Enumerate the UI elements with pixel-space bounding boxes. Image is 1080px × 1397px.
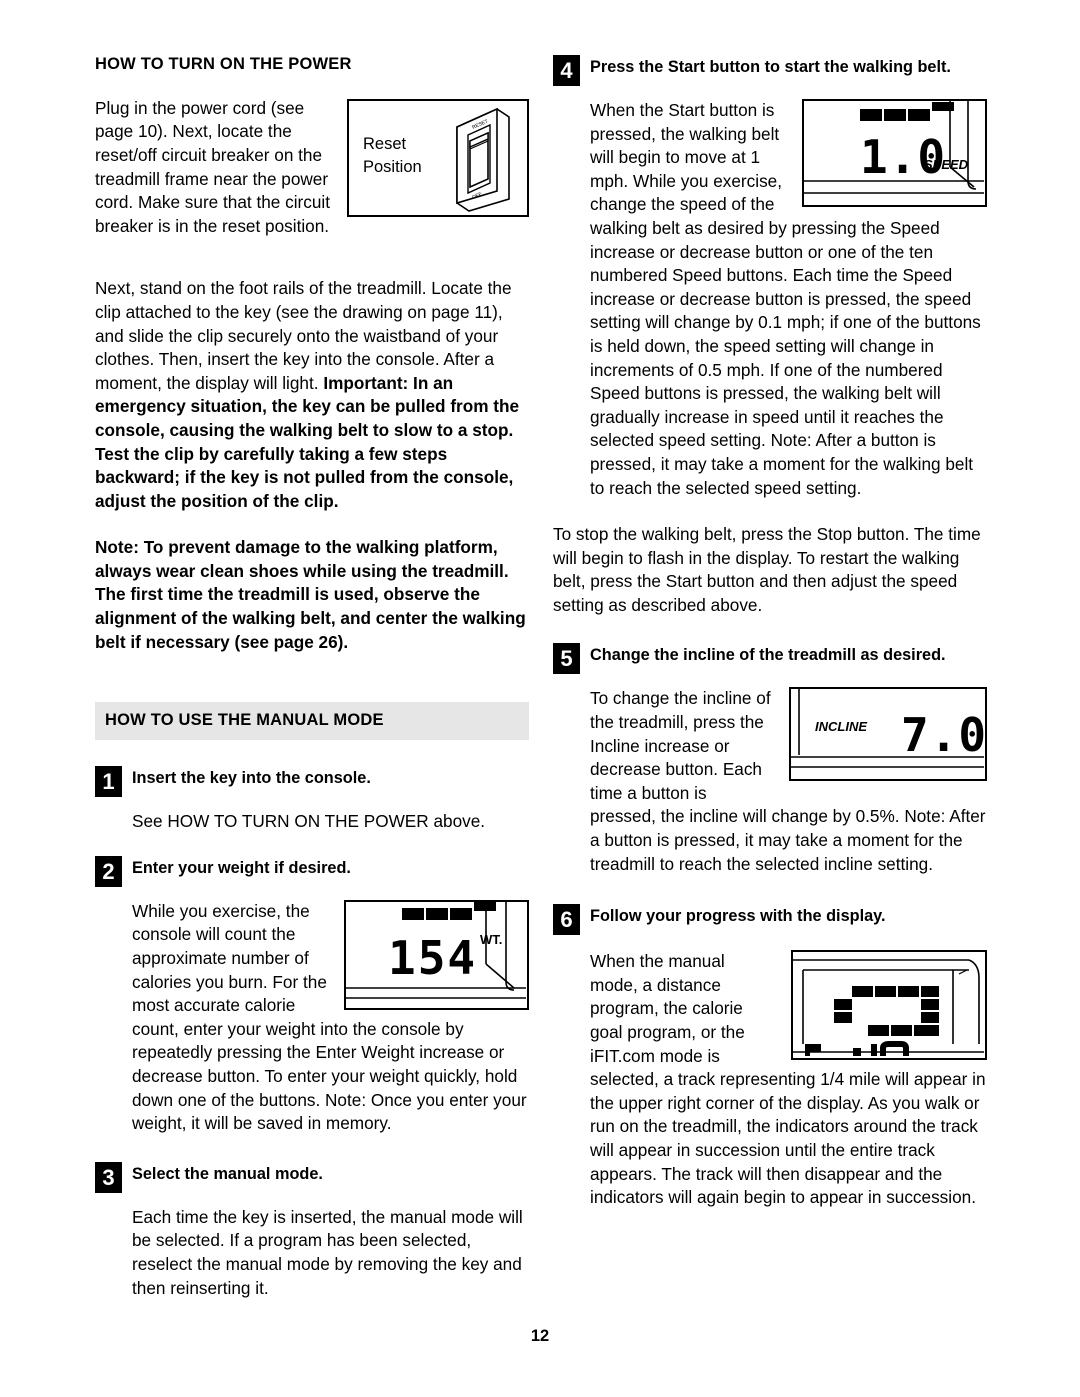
power-paragraph-2: Next, stand on the foot rails of the tre…	[95, 277, 529, 513]
step-2: 2 Enter your weight if desired.	[95, 855, 529, 887]
step-2-title: Enter your weight if desired.	[132, 858, 351, 877]
weight-unit-text: WT.	[480, 932, 502, 947]
switch-figure-label: Reset Position	[363, 133, 422, 179]
step-6-title: Follow your progress with the display.	[590, 907, 886, 926]
step-4-title: Press the Start button to start the walk…	[590, 58, 951, 76]
manual-page: HOW TO TURN ON THE POWER Reset Position	[0, 0, 1080, 1397]
power-paragraph-2-bold: Important: In an emergency situation, th…	[95, 372, 520, 511]
incline-value-text: 7.0	[901, 708, 984, 762]
speed-unit-text: SPEED	[924, 157, 969, 172]
incline-display-figure: INCLINE 7.0	[789, 687, 987, 782]
step-6-body-block: When the manual mode, a distance program…	[590, 950, 987, 1210]
speed-display-figure: 1.0 SPEED	[802, 99, 987, 207]
page-number: 12	[530, 1327, 550, 1345]
step-2-body-block: 154 WT. While you exercise, the console …	[132, 899, 529, 1136]
rocker-switch-icon: RESET OFF	[456, 107, 510, 212]
incline-lcd-graphic: INCLINE 7.0	[791, 689, 984, 769]
section-band-manual-mode: HOW TO USE THE MANUAL MODE	[95, 702, 529, 741]
section-title-power: HOW TO TURN ON THE POWER	[95, 55, 352, 73]
weight-display-figure: 154 WT.	[344, 899, 529, 1010]
left-column: HOW TO TURN ON THE POWER Reset Position	[95, 55, 529, 1322]
step-1-title: Insert the key into the console.	[132, 769, 371, 788]
speed-lcd-graphic: 1.0 SPEED	[804, 101, 984, 194]
step-4: 4 Press the Start button to start the wa…	[553, 55, 987, 86]
power-paragraph-3: Note: To prevent damage to the walking p…	[95, 536, 529, 654]
right-column: 4 Press the Start button to start the wa…	[553, 55, 987, 1210]
step-1-body: See HOW TO TURN ON THE POWER above.	[132, 811, 486, 832]
weight-lcd-graphic: 154 WT.	[346, 901, 526, 999]
step-5-title: Change the incline of the treadmill as d…	[590, 646, 946, 665]
step-4-badge: 4	[553, 55, 580, 86]
incline-label-text: INCLINE	[815, 719, 867, 734]
weight-value-text: 154	[388, 931, 477, 985]
step-6-badge: 6	[553, 904, 580, 936]
step-5-body-block: INCLINE 7.0 To change the incline of the…	[590, 687, 987, 876]
step-3-body: Each time the key is inserted, the manua…	[132, 1206, 523, 1298]
step-1: 1 Insert the key into the console.	[95, 766, 529, 798]
step-4-body-2: To stop the walking belt, press the Stop…	[553, 524, 981, 615]
step-3-badge: 3	[95, 1161, 122, 1193]
track-lcd-graphic	[793, 959, 984, 1057]
step-5-badge: 5	[553, 643, 580, 675]
switch-figure-label-line2: Position	[363, 157, 422, 176]
power-intro-block: Reset Position RESET OFF Plug in the pow…	[95, 97, 529, 262]
switch-figure-label-line1: Reset	[363, 134, 407, 153]
step-5: 5 Change the incline of the treadmill as…	[553, 643, 987, 675]
step-1-badge: 1	[95, 766, 122, 798]
step-3: 3 Select the manual mode.	[95, 1161, 529, 1193]
power-paragraph-3-bold: Note: To prevent damage to the walking p…	[95, 537, 526, 652]
step-4-body-block: 1.0 SPEED When the Start button is press…	[590, 99, 987, 500]
step-6: 6 Follow your progress with the display.	[553, 904, 987, 936]
track-display-figure	[791, 950, 987, 1061]
circuit-breaker-switch-figure: Reset Position RESET OFF	[347, 98, 529, 217]
step-3-title: Select the manual mode.	[132, 1164, 323, 1183]
step-2-badge: 2	[95, 855, 122, 887]
section-title-manual-mode: HOW TO USE THE MANUAL MODE	[105, 711, 384, 730]
